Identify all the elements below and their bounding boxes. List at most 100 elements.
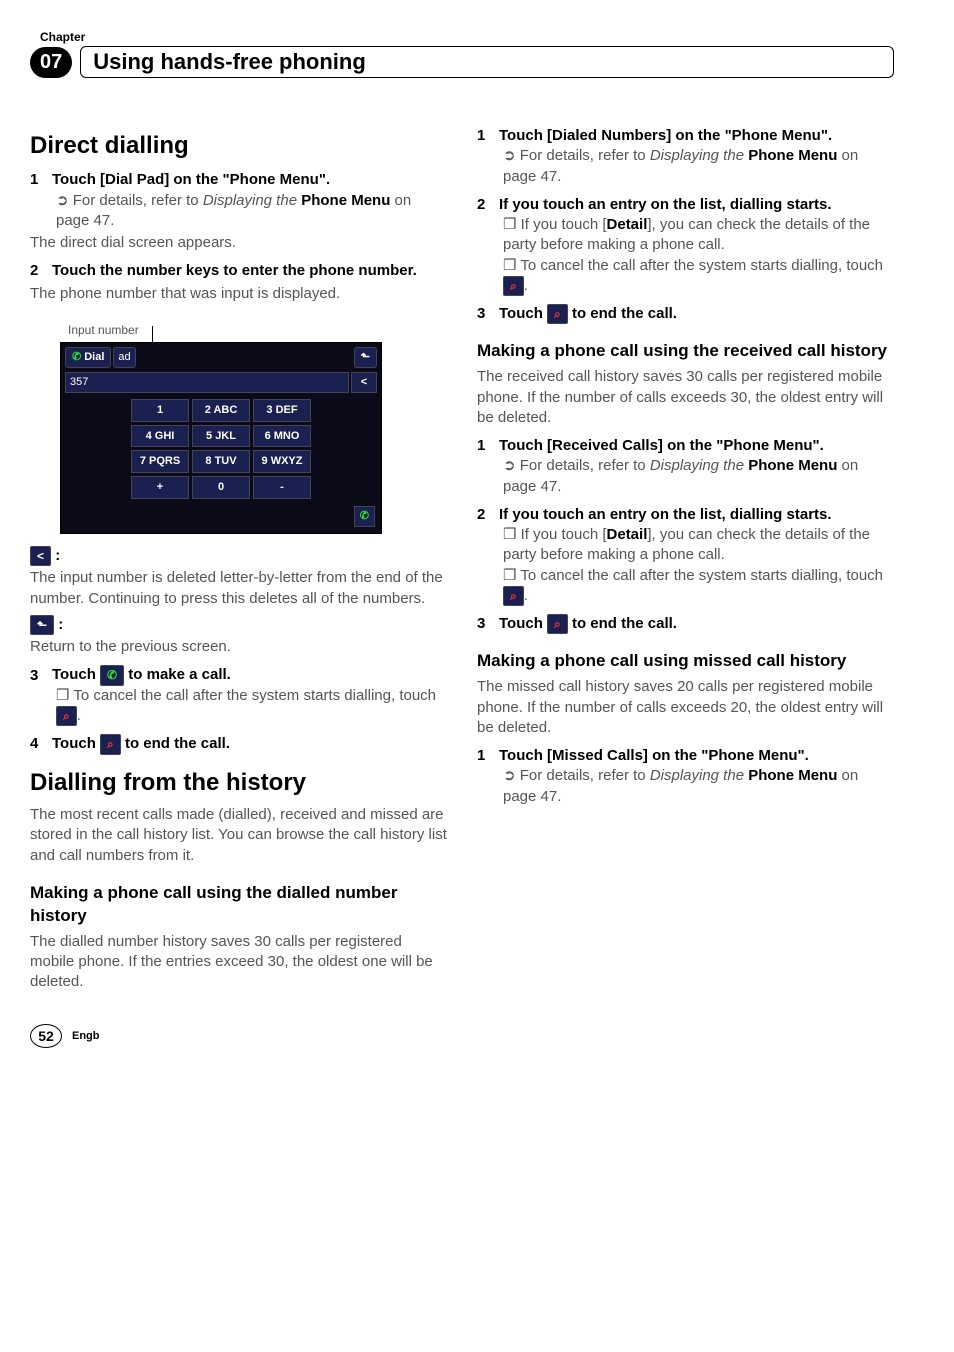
r-step-2b: To cancel the call after the system star… xyxy=(503,256,894,297)
rc-ref-b: Phone Menu xyxy=(748,457,837,474)
mc-step-1-ref: For details, refer to Displaying the Pho… xyxy=(503,766,894,807)
heading-history: Dialling from the history xyxy=(30,767,447,799)
rc-ref-it: Displaying the xyxy=(650,457,748,474)
language-code: Engb xyxy=(72,1030,100,1042)
number-display: 357 xyxy=(65,372,349,393)
step-3-pre: Touch xyxy=(52,667,100,684)
r-step-2: 2If you touch an entry on the list, dial… xyxy=(477,195,894,215)
dial-tab-label: Dial xyxy=(84,350,104,365)
key-7[interactable]: 7 PQRS xyxy=(131,450,189,473)
step-2-text: Touch the number keys to enter the phone… xyxy=(52,262,417,279)
rc-step-3-post: to end the call. xyxy=(568,615,677,632)
dial-tab[interactable]: ✆Dial xyxy=(65,347,111,368)
mc-step-1: 1Touch [Missed Calls] on the "Phone Menu… xyxy=(477,746,894,766)
key-6[interactable]: 6 MNO xyxy=(253,425,311,448)
key-0[interactable]: 0 xyxy=(192,476,250,499)
key-8[interactable]: 8 TUV xyxy=(192,450,250,473)
rc-step-3: 3Touch ⌕ to end the call. xyxy=(477,614,894,634)
hangup-icon: ⌕ xyxy=(547,304,568,324)
rc-step-2-text: If you touch an entry on the list, diall… xyxy=(499,506,832,523)
delete-desc: The input number is deleted letter-by-le… xyxy=(30,568,447,609)
hangup-icon: ⌕ xyxy=(56,706,77,726)
step-1-ref: For details, refer to Displaying the Pho… xyxy=(56,191,447,232)
rc-ref-pre: For details, refer to xyxy=(520,457,650,474)
missed-body: The missed call history saves 20 calls p… xyxy=(477,677,894,738)
chapter-header: 07 Using hands-free phoning xyxy=(30,46,894,78)
step-4-post: to end the call. xyxy=(121,735,230,752)
detail-pre: If you touch [ xyxy=(521,216,607,233)
key-2[interactable]: 2 ABC xyxy=(192,399,250,422)
step-3: 3Touch ✆ to make a call. xyxy=(30,665,447,685)
detail-bold: Detail xyxy=(607,216,648,233)
delete-icon: < xyxy=(30,546,51,566)
hangup-icon: ⌕ xyxy=(503,586,524,606)
dialpad-screenshot: ✆Dial ad ⬑ 357 < 1 2 ABC 3 DEF 4 GHI 5 J… xyxy=(60,342,382,534)
key-9[interactable]: 9 WXYZ xyxy=(253,450,311,473)
history-intro: The most recent calls made (dialled), re… xyxy=(30,805,447,866)
r-step-3-post: to end the call. xyxy=(568,305,677,322)
step-4: 4Touch ⌕ to end the call. xyxy=(30,734,447,754)
call-button[interactable]: ✆ xyxy=(354,506,375,527)
back-button[interactable]: ⬑ xyxy=(354,347,377,368)
left-column: Direct dialling 1Touch [Dial Pad] on the… xyxy=(30,118,447,994)
r-cancel-text: To cancel the call after the system star… xyxy=(520,257,883,274)
rc-step-3-pre: Touch xyxy=(499,615,547,632)
page-footer: 52 Engb xyxy=(30,1024,894,1048)
ref-pre: For details, refer to xyxy=(73,192,203,209)
ref-bold: Phone Menu xyxy=(301,192,390,209)
keypad: 1 2 ABC 3 DEF 4 GHI 5 JKL 6 MNO 7 PQRS 8… xyxy=(61,399,381,499)
key-minus[interactable]: - xyxy=(253,476,311,499)
hangup-icon: ⌕ xyxy=(503,276,524,296)
phone-icon: ✆ xyxy=(72,350,81,365)
dialpad-caption: Input number xyxy=(68,322,447,338)
r-step-3-pre: Touch xyxy=(499,305,547,322)
step-1: 1Touch [Dial Pad] on the "Phone Menu". xyxy=(30,170,447,190)
key-3[interactable]: 3 DEF xyxy=(253,399,311,422)
step-3-cancel: To cancel the call after the system star… xyxy=(56,686,447,727)
step-2-body: The phone number that was input is displ… xyxy=(30,284,447,304)
key-1[interactable]: 1 xyxy=(131,399,189,422)
heading-missed-history: Making a phone call using missed call hi… xyxy=(477,650,894,673)
back-colon: : xyxy=(58,616,63,633)
r-ref-b: Phone Menu xyxy=(748,147,837,164)
r-step-2-text: If you touch an entry on the list, diall… xyxy=(499,196,832,213)
step-1-text: Touch [Dial Pad] on the "Phone Menu". xyxy=(52,171,330,188)
rc-step-2a: If you touch [Detail], you can check the… xyxy=(503,525,894,566)
received-body: The received call history saves 30 calls… xyxy=(477,367,894,428)
rc-step-2b: To cancel the call after the system star… xyxy=(503,566,894,607)
hangup-icon: ⌕ xyxy=(100,734,121,754)
r-step-1: 1Touch [Dialed Numbers] on the "Phone Me… xyxy=(477,126,894,146)
dialled-body: The dialled number history saves 30 call… xyxy=(30,932,447,993)
mc-ref-it: Displaying the xyxy=(650,767,748,784)
key-4[interactable]: 4 GHI xyxy=(131,425,189,448)
r-step-1-ref: For details, refer to Displaying the Pho… xyxy=(503,146,894,187)
mc-step-1-text: Touch [Missed Calls] on the "Phone Menu"… xyxy=(499,747,809,764)
r-step-3: 3Touch ⌕ to end the call. xyxy=(477,304,894,324)
rc-step-2: 2If you touch an entry on the list, dial… xyxy=(477,505,894,525)
hangup-icon: ⌕ xyxy=(547,614,568,634)
dial-tab-2[interactable]: ad xyxy=(113,347,135,368)
step-1-body: The direct dial screen appears. xyxy=(30,233,447,253)
back-icon: ⬑ xyxy=(30,615,54,635)
chapter-title: Using hands-free phoning xyxy=(80,46,894,78)
mc-ref-pre: For details, refer to xyxy=(520,767,650,784)
delete-button[interactable]: < xyxy=(351,372,377,393)
step-3-post: to make a call. xyxy=(124,667,231,684)
page-number: 52 xyxy=(30,1024,62,1048)
key-5[interactable]: 5 JKL xyxy=(192,425,250,448)
rc-step-1: 1Touch [Received Calls] on the "Phone Me… xyxy=(477,436,894,456)
r-ref-it: Displaying the xyxy=(650,147,748,164)
rc-step-1-text: Touch [Received Calls] on the "Phone Men… xyxy=(499,437,824,454)
key-plus[interactable]: + xyxy=(131,476,189,499)
chapter-number: 07 xyxy=(30,47,72,78)
back-desc: Return to the previous screen. xyxy=(30,637,447,657)
call-icon: ✆ xyxy=(100,665,124,685)
step-4-pre: Touch xyxy=(52,735,100,752)
heading-received-history: Making a phone call using the received c… xyxy=(477,340,894,363)
heading-direct-dialling: Direct dialling xyxy=(30,130,447,162)
cancel-text: To cancel the call after the system star… xyxy=(73,687,436,704)
rc-step-1-ref: For details, refer to Displaying the Pho… xyxy=(503,456,894,497)
chapter-label: Chapter xyxy=(40,30,894,44)
heading-dialled-history: Making a phone call using the dialled nu… xyxy=(30,882,447,928)
rc-detail-pre: If you touch [ xyxy=(521,526,607,543)
